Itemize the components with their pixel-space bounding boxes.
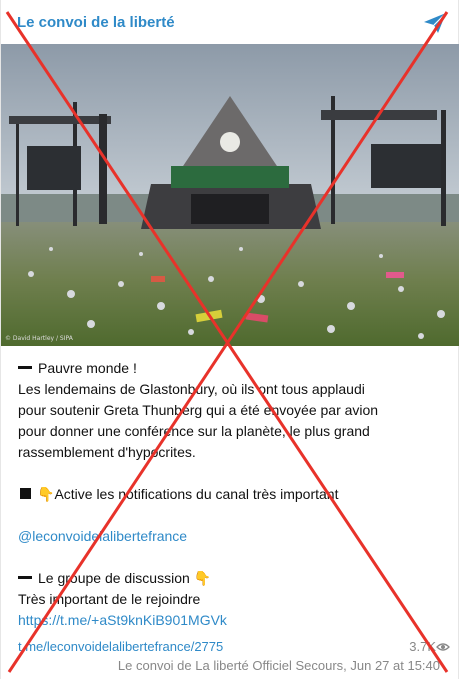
post-line: Pauvre monde ! [18, 358, 448, 379]
share-icon[interactable] [422, 10, 448, 36]
post-signature: Le convoi de La liberté Officiel Secours… [117, 658, 440, 673]
channel-handle-link[interactable]: @leconvoidelalibertefrance [18, 526, 448, 547]
eye-icon [436, 643, 450, 651]
photo-credit: © David Hartley / SIPA [5, 335, 73, 342]
post-line: Les lendemains de Glastonbury, où ils on… [18, 381, 365, 397]
channel-name[interactable]: Le convoi de la liberté [17, 14, 175, 31]
view-count: 3.7K [409, 639, 436, 654]
post-line: pour donner une conférence sur la planèt… [18, 423, 370, 439]
post-header: Le convoi de la liberté [1, 0, 459, 44]
dash-icon [18, 576, 32, 580]
group-line: Le groupe de discussion 👇 [18, 568, 448, 589]
post-text: Pauvre monde ! Les lendemains de Glaston… [18, 358, 448, 631]
notify-line: 👇Active les notifications du canal très … [18, 484, 448, 505]
invite-link[interactable]: https://t.me/+aSt9knKiB901MGVk [18, 610, 448, 631]
pointing-down-icon: 👇 [193, 570, 212, 586]
black-square-icon [20, 488, 31, 500]
pointing-down-icon: 👇 [37, 486, 55, 502]
post-permalink[interactable]: t.me/leconvoidelalibertefrance/2775 [18, 639, 223, 654]
post-line: pour soutenir Greta Thunberg qui a été e… [18, 402, 379, 418]
group-note: Très important de le rejoindre [18, 591, 201, 607]
dash-icon [18, 366, 32, 370]
festival-photo[interactable] [1, 44, 459, 346]
post-line: rassemblement d'hypocrites. [18, 444, 196, 460]
telegram-post-card: Le convoi de la liberté © David Hartley … [0, 0, 459, 679]
